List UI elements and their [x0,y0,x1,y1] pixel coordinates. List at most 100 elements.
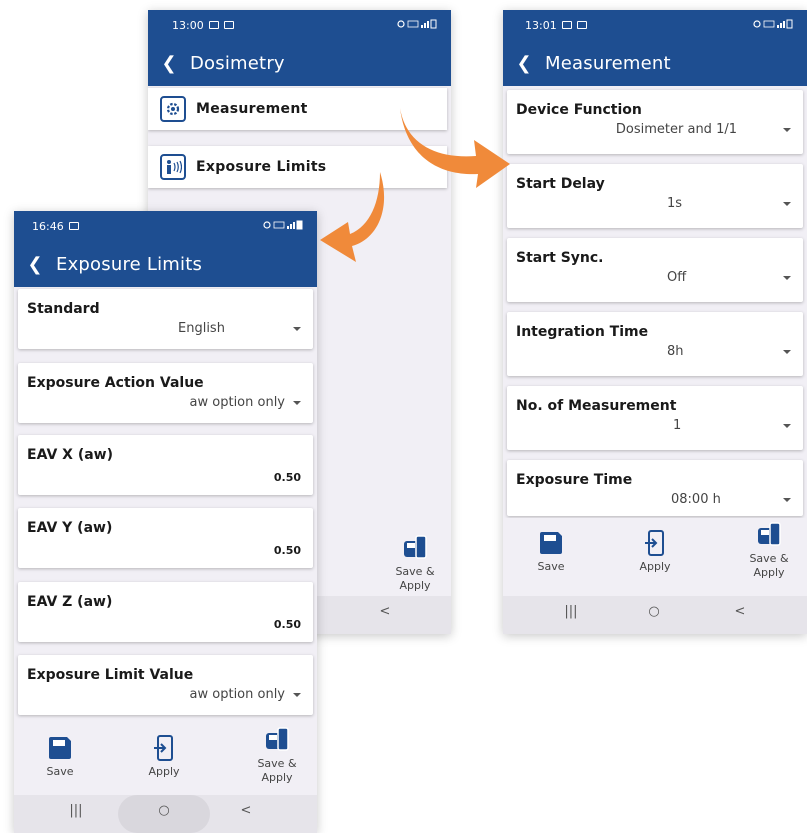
setting-exposure-time[interactable]: Exposure Time 08:00 h [507,460,803,516]
setting-label: EAV X (aw) [27,447,114,463]
save-label: Save [537,560,565,573]
setting-label: EAV Y (aw) [27,520,113,536]
setting-eav-y[interactable]: EAV Y (aw) 0.50 [18,508,313,568]
apply-button[interactable]: Apply [134,735,194,779]
dropdown-arrow-icon [783,350,791,354]
dropdown-arrow-icon [783,498,791,502]
dropdown-arrow-icon [293,401,301,405]
apply-icon [645,530,664,556]
status-time: 16:46 [32,219,64,233]
setting-label: Exposure Time [516,472,633,488]
setting-value: aw option only [189,687,285,702]
system-nav-bar: ||| ○ < [14,795,317,833]
status-bar: 13:00 [148,10,451,40]
setting-no-of-measurement[interactable]: No. of Measurement 1 [507,386,803,450]
setting-exposure-action-value[interactable]: Exposure Action Value aw option only [18,363,313,423]
setting-value: 8h [667,344,684,359]
setting-label: Start Sync. [516,250,604,266]
save-apply-icon [266,727,289,751]
setting-number-value: 0.50 [273,544,301,557]
nav-back-icon[interactable]: < [720,604,760,619]
setting-label: Exposure Action Value [27,375,204,391]
dropdown-arrow-icon [293,693,301,697]
setting-start-sync[interactable]: Start Sync. Off [507,238,803,302]
status-bar: 13:01 [503,10,807,40]
status-time: 13:00 [172,18,204,32]
setting-label: Standard [27,301,100,317]
vibration-icon [160,154,186,180]
nav-recents-icon[interactable]: ||| [56,803,96,818]
save-apply-icon [404,535,427,559]
dropdown-arrow-icon [783,202,791,206]
apply-label: Apply [639,560,671,573]
save-apply-button[interactable]: Save & Apply [247,727,307,785]
status-bar: 16:46 [14,211,317,241]
menu-item-label: Measurement [196,101,308,117]
setting-eav-z[interactable]: EAV Z (aw) 0.50 [18,582,313,642]
save-apply-label-2: Apply [261,771,293,784]
setting-label: EAV Z (aw) [27,594,113,610]
save-button[interactable]: Save [30,735,90,779]
back-icon[interactable]: ❮ [503,53,545,74]
nav-recents-icon[interactable]: ||| [551,604,591,619]
save-apply-label-2: Apply [753,566,785,579]
app-bar: ❮ Measurement [503,40,807,86]
signal-battery-icon [397,19,437,29]
setting-eav-x[interactable]: EAV X (aw) 0.50 [18,435,313,495]
setting-exposure-limit-value[interactable]: Exposure Limit Value aw option only [18,655,313,715]
setting-value: 08:00 h [671,492,721,507]
status-icons [753,19,793,29]
status-icons [263,220,303,230]
system-nav-bar: ||| ○ < [503,596,807,634]
exposure-limits-screen: 16:46 ❮ Exposure Limits Standard English… [14,211,317,833]
dropdown-arrow-icon [783,424,791,428]
save-apply-button[interactable]: Save & Apply [739,522,799,580]
apply-label: Apply [148,765,180,778]
bottom-action-bar: Save Apply Save & Apply [503,518,807,596]
setting-label: No. of Measurement [516,398,677,414]
nav-back-icon[interactable]: < [226,803,266,818]
save-button[interactable]: Save [521,530,581,574]
status-icons [397,19,437,29]
back-icon[interactable]: ❮ [14,254,56,275]
gear-icon [160,96,186,122]
menu-item-label: Exposure Limits [196,159,327,175]
save-apply-label-1: Save & [257,757,297,770]
nav-home-icon[interactable]: ○ [144,803,184,818]
measurement-screen: 13:01 ❮ Measurement Device Function Dosi… [503,10,807,634]
app-bar: ❮ Exposure Limits [14,241,317,287]
save-apply-label-1: Save & [395,565,435,578]
gallery-icon [561,21,572,29]
signal-battery-icon [753,19,793,29]
image-icon [576,21,587,29]
setting-device-function[interactable]: Device Function Dosimeter and 1/1 [507,90,803,154]
dropdown-arrow-icon [783,276,791,280]
setting-value: aw option only [189,395,285,410]
apply-button[interactable]: Apply [625,530,685,574]
back-icon[interactable]: ❮ [148,53,190,74]
nav-home-icon[interactable]: ○ [634,604,674,619]
save-icon [540,532,562,554]
setting-label: Exposure Limit Value [27,667,194,683]
status-time: 13:01 [525,18,557,32]
save-apply-button[interactable]: Save & Apply [385,535,445,593]
page-title: Dosimetry [190,52,285,74]
nav-back-icon[interactable]: < [365,604,405,619]
save-label: Save [46,765,74,778]
setting-start-delay[interactable]: Start Delay 1s [507,164,803,228]
setting-integration-time[interactable]: Integration Time 8h [507,312,803,376]
setting-label: Integration Time [516,324,649,340]
setting-label: Start Delay [516,176,605,192]
save-apply-label-1: Save & [749,552,789,565]
dropdown-arrow-icon [293,327,301,331]
gallery-icon [68,222,79,230]
bottom-action-bar: Save Apply Save & Apply [14,721,317,795]
image-icon [223,21,234,29]
setting-number-value: 0.50 [273,618,301,631]
gallery-icon [208,21,219,29]
dropdown-arrow-icon [783,128,791,132]
setting-standard[interactable]: Standard English [18,289,313,349]
signal-battery-icon [263,220,303,230]
setting-value: English [178,321,225,336]
setting-value: Off [667,270,687,285]
